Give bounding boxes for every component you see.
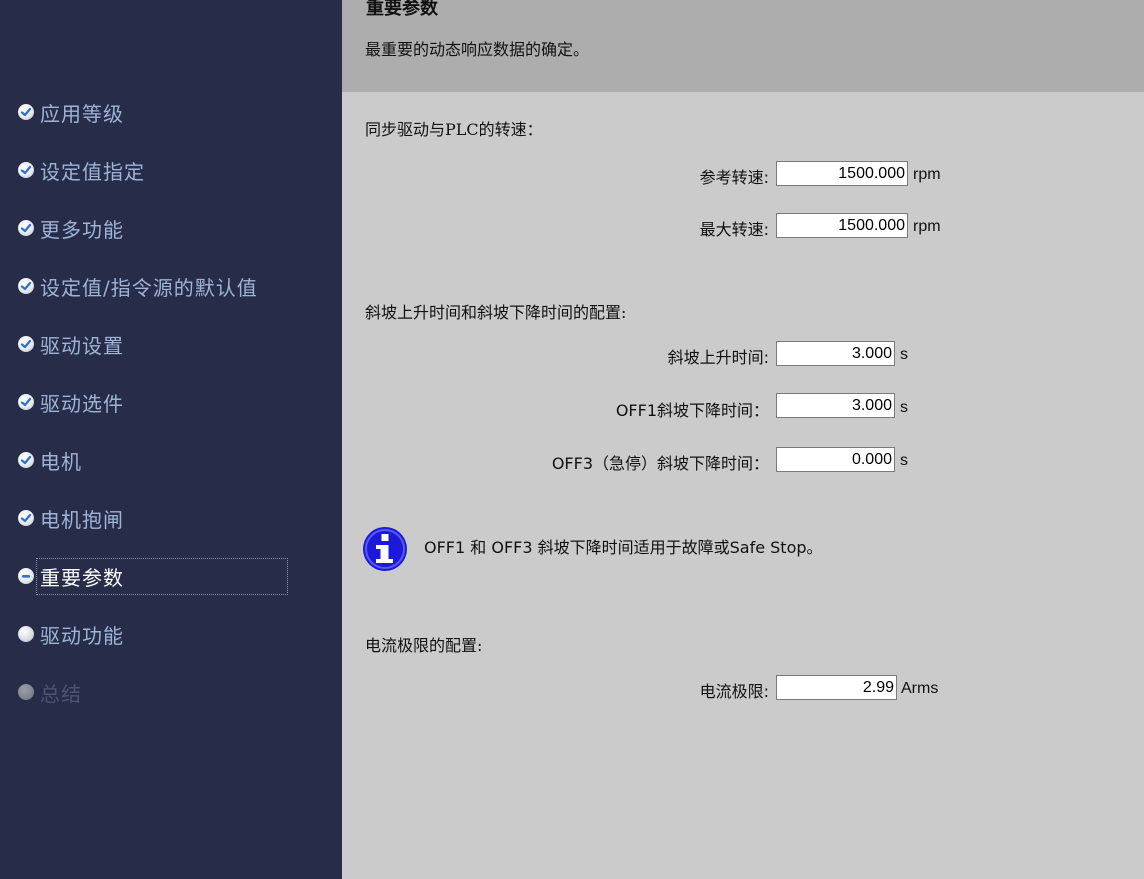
sidebar-item-label: 驱动功能 (40, 623, 124, 648)
sidebar-item-2[interactable]: 设定值指定 (18, 156, 145, 184)
check-icon (18, 162, 34, 178)
check-icon (18, 336, 34, 352)
max-speed-input[interactable] (776, 213, 908, 238)
sidebar-item-label: 设定值/指令源的默认值 (40, 275, 258, 300)
page-title: 重要参数 (366, 0, 438, 19)
off3-ramp-down-label: OFF3（急停）斜坡下降时间： (551, 454, 769, 473)
max-speed-label: 最大转速: (699, 220, 769, 239)
sidebar-item-5[interactable]: 驱动设置 (18, 330, 124, 358)
info-icon (363, 527, 407, 571)
sidebar-item-6[interactable]: 驱动选件 (18, 388, 124, 416)
sidebar-item-4[interactable]: 设定值/指令源的默认值 (18, 272, 258, 300)
sidebar-item-11: 总结 (18, 678, 82, 706)
check-icon (18, 278, 34, 294)
wizard-sidebar: 应用等级设定值指定更多功能设定值/指令源的默认值 驱动设置驱动选件电机电机抱闸重要… (0, 0, 342, 879)
sidebar-item-1[interactable]: 应用等级 (18, 98, 124, 126)
pending-step-icon (18, 626, 34, 642)
info-message: OFF1 和 OFF3 斜坡下降时间适用于故障或Safe Stop。 (424, 538, 823, 557)
check-icon (18, 104, 34, 120)
off1-ramp-down-input[interactable] (776, 393, 895, 418)
sidebar-item-7[interactable]: 电机 (18, 446, 82, 474)
sidebar-item-label: 电机 (40, 449, 82, 474)
speed-section-title: 同步驱动与PLC的转速： (365, 120, 543, 139)
current-limit-label: 电流极限: (699, 682, 769, 701)
sidebar-item-label: 驱动设置 (40, 333, 124, 358)
off3-ramp-down-input[interactable] (776, 447, 895, 472)
check-icon (18, 394, 34, 410)
off1-ramp-down-label: OFF1斜坡下降时间： (615, 401, 769, 420)
sidebar-item-label: 更多功能 (40, 217, 124, 242)
sidebar-item-label: 电机抱闸 (40, 507, 124, 532)
off1-ramp-down-unit: s (900, 399, 908, 416)
check-icon (18, 220, 34, 236)
reference-speed-input[interactable] (776, 161, 908, 186)
ramp-up-time-unit: s (900, 346, 908, 363)
sidebar-item-label: 应用等级 (40, 101, 124, 126)
ramp-up-time-input[interactable] (776, 341, 895, 366)
page-subtitle: 最重要的动态响应数据的确定。 (365, 40, 590, 59)
sidebar-item-label: 驱动选件 (40, 391, 124, 416)
max-speed-unit: rpm (913, 218, 941, 235)
reference-speed-label: 参考转速: (699, 168, 769, 187)
reference-speed-unit: rpm (913, 166, 941, 183)
page-header: 重要参数 最重要的动态响应数据的确定。 (342, 0, 1144, 92)
sidebar-item-8[interactable]: 电机抱闸 (18, 504, 124, 532)
ramp-section-title: 斜坡上升时间和斜坡下降时间的配置: (365, 303, 627, 322)
current-limit-input[interactable] (776, 675, 897, 700)
sidebar-item-3[interactable]: 更多功能 (18, 214, 124, 242)
sidebar-item-label: 重要参数 (36, 557, 288, 595)
current-limit-unit: Arms (901, 680, 939, 697)
check-icon (18, 452, 34, 468)
disabled-step-icon (18, 684, 34, 700)
off3-ramp-down-unit: s (900, 452, 908, 469)
current-limit-section-title: 电流极限的配置: (365, 636, 483, 655)
current-step-icon (18, 568, 34, 584)
sidebar-item-label: 总结 (40, 681, 82, 706)
check-icon (18, 510, 34, 526)
sidebar-item-9[interactable]: 重要参数 (18, 557, 288, 595)
sidebar-item-label: 设定值指定 (40, 159, 145, 184)
sidebar-item-10[interactable]: 驱动功能 (18, 620, 124, 648)
ramp-up-time-label: 斜坡上升时间: (667, 348, 769, 367)
